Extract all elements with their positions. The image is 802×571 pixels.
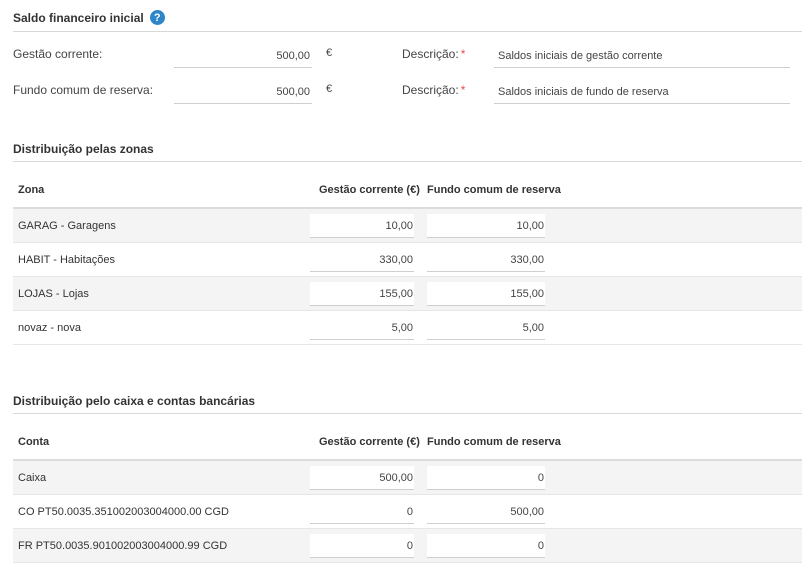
- zona-fundo-input[interactable]: [427, 282, 545, 306]
- saldo-section-title: Saldo financeiro inicial ?: [13, 10, 165, 25]
- conta-gestao-input[interactable]: [310, 534, 414, 558]
- gestao-corrente-input[interactable]: [174, 44, 312, 68]
- contas-section-title: Distribuição pelo caixa e contas bancári…: [13, 394, 255, 408]
- zonas-section-title: Distribuição pelas zonas: [13, 142, 154, 156]
- help-icon[interactable]: ?: [149, 10, 165, 25]
- col-header-zona: Zona: [18, 184, 45, 196]
- zona-gestao-input[interactable]: [310, 248, 414, 272]
- zona-fundo-input[interactable]: [427, 248, 545, 272]
- zona-name: GARAG - Garagens: [18, 220, 116, 232]
- zonas-divider: [13, 161, 802, 162]
- zona-name: novaz - nova: [18, 322, 81, 334]
- contas-title-text: Distribuição pelo caixa e contas bancári…: [13, 394, 256, 408]
- descricao-label: Descrição: *: [402, 83, 465, 97]
- fundo-reserva-label: Fundo comum de reserva:: [13, 83, 154, 97]
- col-header-gestao: Gestão corrente (€): [319, 184, 420, 196]
- zona-gestao-input[interactable]: [310, 316, 414, 340]
- contas-divider: [13, 413, 802, 414]
- col-header-fundo: Fundo comum de reserva: [427, 436, 561, 448]
- conta-name: FR PT50.0035.901002003004000.99 CGD: [18, 540, 228, 552]
- col-header-gestao: Gestão corrente (€): [319, 436, 420, 448]
- gestao-corrente-label: Gestão corrente:: [13, 47, 103, 61]
- table-row: LOJAS - Lojas: [13, 277, 802, 311]
- zona-fundo-input[interactable]: [427, 316, 545, 340]
- contas-table: Conta Gestão corrente (€) Fundo comum de…: [13, 424, 802, 563]
- saldo-title-text: Saldo financeiro inicial: [13, 10, 144, 25]
- zonas-title-text: Distribuição pelas zonas: [13, 142, 154, 156]
- zona-name: LOJAS - Lojas: [18, 288, 89, 300]
- currency-symbol: €: [326, 47, 333, 59]
- descricao-label-text: Descrição:: [402, 83, 459, 97]
- table-row: CO PT50.0035.351002003004000.00 CGD: [13, 495, 802, 529]
- zona-name: HABIT - Habitações: [18, 254, 116, 266]
- conta-name: CO PT50.0035.351002003004000.00 CGD: [18, 506, 229, 518]
- conta-gestao-input[interactable]: [310, 500, 414, 524]
- saldo-divider: [13, 31, 802, 32]
- zona-gestao-input[interactable]: [310, 214, 414, 238]
- zona-fundo-input[interactable]: [427, 214, 545, 238]
- zonas-table: Zona Gestão corrente (€) Fundo comum de …: [13, 172, 802, 345]
- table-row: novaz - nova: [13, 311, 802, 345]
- contas-table-header: Conta Gestão corrente (€) Fundo comum de…: [13, 424, 802, 461]
- col-header-fundo: Fundo comum de reserva: [427, 184, 561, 196]
- zonas-table-header: Zona Gestão corrente (€) Fundo comum de …: [13, 172, 802, 209]
- descricao-gestao-input[interactable]: [494, 44, 790, 68]
- fundo-reserva-input[interactable]: [174, 80, 312, 104]
- table-row: Caixa: [13, 461, 802, 495]
- conta-name: Caixa: [18, 472, 47, 484]
- conta-fundo-input[interactable]: [427, 534, 545, 558]
- currency-symbol: €: [326, 83, 333, 95]
- table-row: GARAG - Garagens: [13, 209, 802, 243]
- table-row: FR PT50.0035.901002003004000.99 CGD: [13, 529, 802, 563]
- required-marker: *: [460, 47, 466, 61]
- conta-fundo-input[interactable]: [427, 466, 545, 490]
- descricao-label: Descrição: *: [402, 47, 465, 61]
- conta-fundo-input[interactable]: [427, 500, 545, 524]
- descricao-fundo-input[interactable]: [494, 80, 790, 104]
- descricao-label-text: Descrição:: [402, 47, 459, 61]
- col-header-conta: Conta: [18, 436, 50, 448]
- zona-gestao-input[interactable]: [310, 282, 414, 306]
- table-row: HABIT - Habitações: [13, 243, 802, 277]
- required-marker: *: [460, 83, 466, 97]
- conta-gestao-input[interactable]: [310, 466, 414, 490]
